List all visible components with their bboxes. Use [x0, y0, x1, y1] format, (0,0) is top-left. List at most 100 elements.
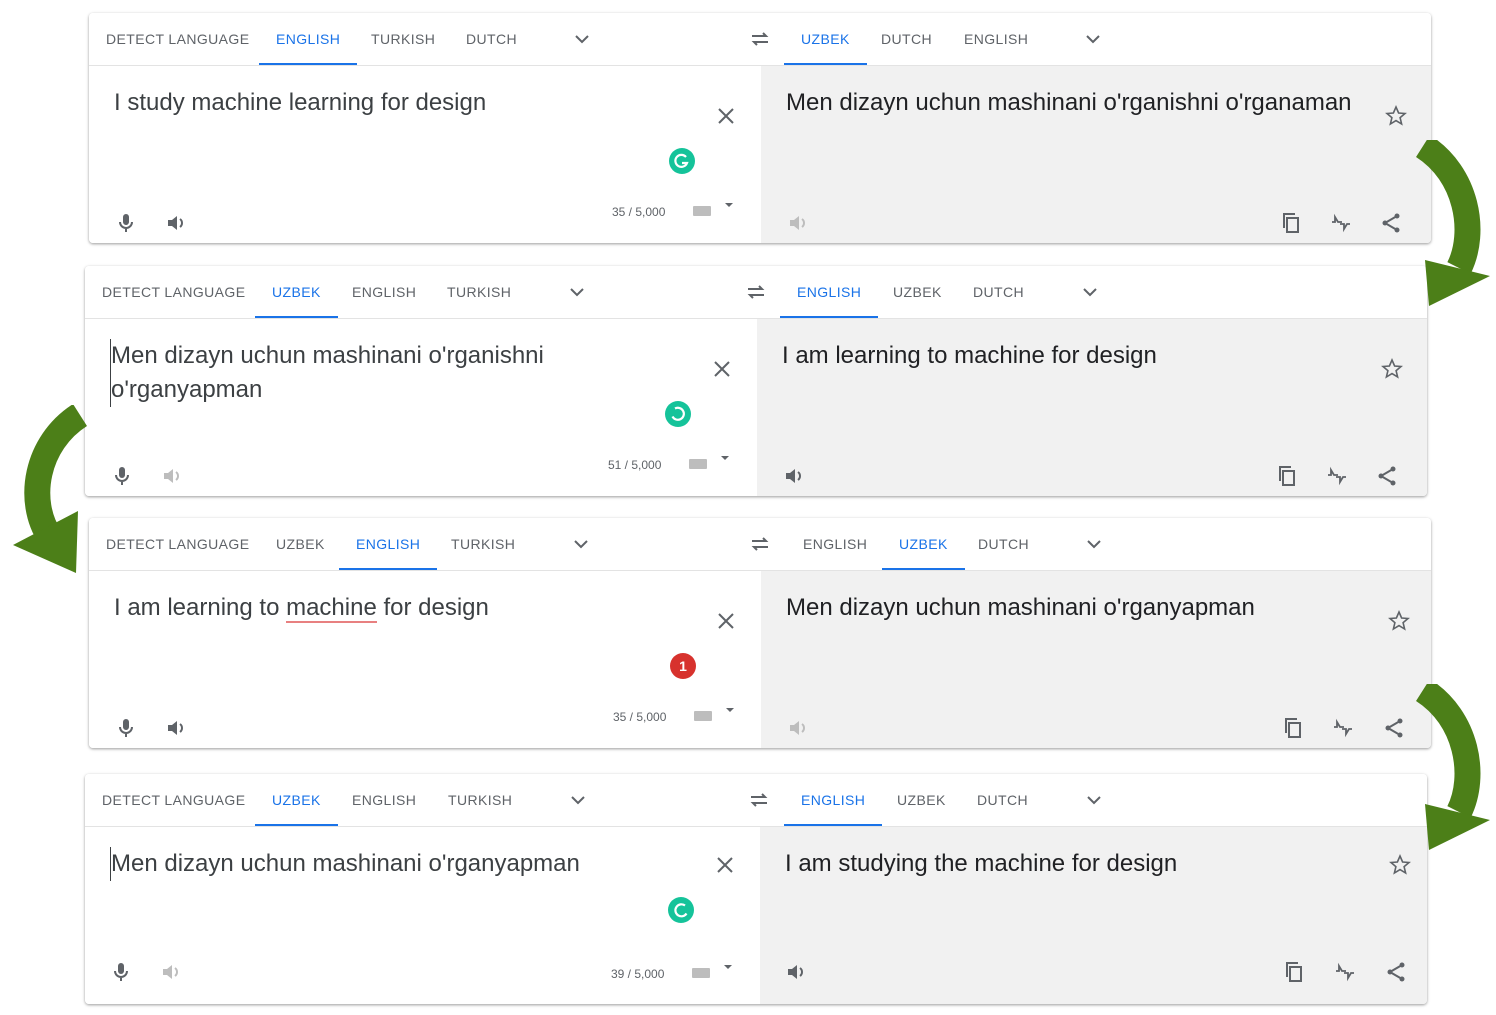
tab-detect-language[interactable]: DETECT LANGUAGE: [89, 13, 266, 65]
star-icon[interactable]: [1388, 853, 1412, 877]
tab-detect-language[interactable]: DETECT LANGUAGE: [89, 518, 266, 570]
star-icon[interactable]: [1380, 357, 1404, 381]
clear-text-icon[interactable]: [710, 357, 734, 381]
share-icon[interactable]: [1384, 960, 1408, 984]
clear-text-icon[interactable]: [714, 104, 738, 128]
chevron-down-icon[interactable]: [1081, 27, 1105, 51]
tab-target-uzbek[interactable]: UZBEK: [882, 518, 965, 570]
language-tab-bar: DETECT LANGUAGE UZBEK ENGLISH TURKISH EN…: [85, 266, 1427, 319]
translation-pane: I am learning to machine for design: [757, 319, 1427, 496]
speaker-icon[interactable]: [160, 464, 184, 488]
source-textarea[interactable]: I am learning to machine for design: [114, 591, 704, 625]
keyboard-menu-caret-icon[interactable]: [725, 203, 733, 207]
translation-pane: Men dizayn uchun mashinani o'rganyapman: [761, 571, 1431, 748]
swap-languages-icon[interactable]: [747, 788, 771, 812]
tab-target-uzbek[interactable]: UZBEK: [880, 774, 963, 826]
source-text-pane[interactable]: Men dizayn uchun mashinani o'rganishni o…: [85, 319, 757, 496]
chevron-down-icon[interactable]: [1082, 788, 1106, 812]
source-text-pane[interactable]: Men dizayn uchun mashinani o'rganyapman …: [85, 827, 757, 1004]
copy-icon[interactable]: [1282, 960, 1306, 984]
tab-target-dutch[interactable]: DUTCH: [956, 266, 1041, 318]
tab-source-uzbek[interactable]: UZBEK: [255, 774, 338, 826]
chevron-down-icon[interactable]: [570, 27, 594, 51]
feedback-rating-icon[interactable]: [1331, 716, 1355, 740]
speaker-icon[interactable]: [786, 716, 810, 740]
tab-target-english[interactable]: ENGLISH: [786, 518, 884, 570]
tab-source-english[interactable]: ENGLISH: [339, 518, 438, 570]
tab-target-english[interactable]: ENGLISH: [780, 266, 879, 318]
copy-icon[interactable]: [1279, 211, 1303, 235]
tab-target-english[interactable]: ENGLISH: [784, 774, 883, 826]
tab-source-english[interactable]: ENGLISH: [259, 13, 358, 65]
character-count: 51 / 5,000: [608, 458, 662, 472]
microphone-icon[interactable]: [110, 464, 134, 488]
translation-text: Men dizayn uchun mashinani o'rganishni o…: [786, 89, 1352, 116]
tab-source-english[interactable]: ENGLISH: [335, 266, 433, 318]
keyboard-menu-caret-icon[interactable]: [726, 708, 734, 712]
clear-text-icon[interactable]: [713, 853, 737, 877]
swap-languages-icon[interactable]: [748, 27, 772, 51]
source-textarea[interactable]: I study machine learning for design: [114, 86, 704, 120]
keyboard-icon[interactable]: [692, 968, 710, 978]
tab-detect-language[interactable]: DETECT LANGUAGE: [85, 266, 262, 318]
speaker-icon[interactable]: [164, 211, 188, 235]
share-icon[interactable]: [1379, 211, 1403, 235]
chevron-down-icon[interactable]: [566, 788, 590, 812]
translate-panel-2: DETECT LANGUAGE UZBEK ENGLISH TURKISH EN…: [85, 266, 1427, 496]
source-text-pane[interactable]: I am learning to machine for design 1 35…: [89, 571, 761, 748]
keyboard-icon[interactable]: [694, 711, 712, 721]
tab-target-uzbek[interactable]: UZBEK: [784, 13, 867, 65]
star-icon[interactable]: [1384, 104, 1408, 128]
chevron-down-icon[interactable]: [569, 532, 593, 556]
tab-target-dutch[interactable]: DUTCH: [960, 774, 1045, 826]
speaker-icon[interactable]: [164, 716, 188, 740]
tab-source-uzbek[interactable]: UZBEK: [255, 266, 338, 318]
grammarly-loading-icon[interactable]: [668, 897, 694, 923]
speaker-icon[interactable]: [159, 960, 183, 984]
grammarly-icon[interactable]: [669, 148, 695, 174]
tab-source-english[interactable]: ENGLISH: [335, 774, 433, 826]
microphone-icon[interactable]: [114, 716, 138, 740]
tab-source-dutch[interactable]: DUTCH: [449, 13, 534, 65]
grammar-error-count-badge[interactable]: 1: [670, 653, 696, 679]
speaker-icon[interactable]: [786, 211, 810, 235]
copy-icon[interactable]: [1281, 716, 1305, 740]
tab-target-uzbek[interactable]: UZBEK: [876, 266, 959, 318]
keyboard-icon[interactable]: [689, 459, 707, 469]
clear-text-icon[interactable]: [714, 609, 738, 633]
chevron-down-icon[interactable]: [1078, 280, 1102, 304]
tab-target-dutch[interactable]: DUTCH: [864, 13, 949, 65]
tab-detect-language[interactable]: DETECT LANGUAGE: [85, 774, 262, 826]
tab-source-turkish[interactable]: TURKISH: [354, 13, 452, 65]
grammar-underlined-word[interactable]: machine: [286, 594, 377, 623]
feedback-rating-icon[interactable]: [1333, 960, 1357, 984]
keyboard-menu-caret-icon[interactable]: [724, 965, 732, 969]
tab-source-turkish[interactable]: TURKISH: [434, 518, 532, 570]
tab-target-english[interactable]: ENGLISH: [947, 13, 1045, 65]
keyboard-menu-caret-icon[interactable]: [721, 456, 729, 460]
swap-languages-icon[interactable]: [748, 532, 772, 556]
grammarly-loading-icon[interactable]: [665, 401, 691, 427]
share-icon[interactable]: [1382, 716, 1406, 740]
tab-source-turkish[interactable]: TURKISH: [431, 774, 529, 826]
speaker-icon[interactable]: [784, 960, 808, 984]
keyboard-icon[interactable]: [693, 206, 711, 216]
tab-source-turkish[interactable]: TURKISH: [430, 266, 528, 318]
swap-languages-icon[interactable]: [744, 280, 768, 304]
copy-icon[interactable]: [1275, 464, 1299, 488]
source-textarea[interactable]: Men dizayn uchun mashinani o'rganyapman: [110, 847, 701, 881]
share-icon[interactable]: [1375, 464, 1399, 488]
microphone-icon[interactable]: [114, 211, 138, 235]
chevron-down-icon[interactable]: [565, 280, 589, 304]
tab-target-dutch[interactable]: DUTCH: [961, 518, 1046, 570]
feedback-rating-icon[interactable]: [1329, 211, 1353, 235]
source-textarea[interactable]: Men dizayn uchun mashinani o'rganishni o…: [110, 339, 701, 407]
speaker-icon[interactable]: [782, 464, 806, 488]
feedback-rating-icon[interactable]: [1325, 464, 1349, 488]
star-icon[interactable]: [1387, 609, 1411, 633]
source-text-pane[interactable]: I study machine learning for design 35 /…: [89, 66, 761, 243]
chevron-down-icon[interactable]: [1082, 532, 1106, 556]
tab-source-uzbek[interactable]: UZBEK: [259, 518, 342, 570]
microphone-icon[interactable]: [109, 960, 133, 984]
character-count: 35 / 5,000: [612, 205, 666, 219]
